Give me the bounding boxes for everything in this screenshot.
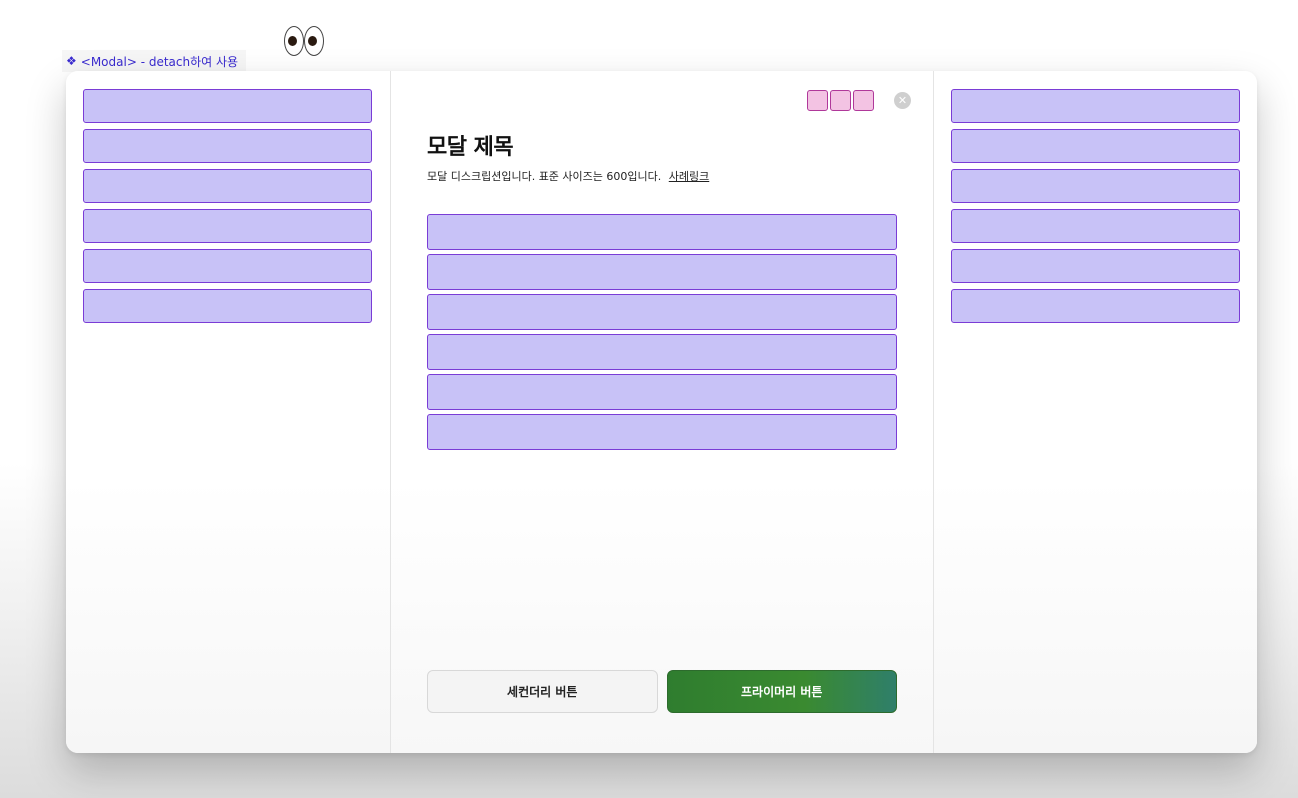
modal-description-text: 모달 디스크립션입니다. 표준 사이즈는 600입니다. bbox=[427, 170, 662, 183]
content-slot[interactable] bbox=[427, 254, 897, 290]
modal-title: 모달 제목 bbox=[427, 135, 514, 160]
component-label-text: <Modal> - detach하여 사용 bbox=[80, 54, 239, 69]
header-slot[interactable] bbox=[853, 90, 874, 111]
left-eye-icon bbox=[284, 26, 304, 56]
example-link[interactable]: 사례링크 bbox=[669, 170, 709, 183]
modal-header-actions: ✕ bbox=[807, 90, 911, 111]
eyes-icon bbox=[284, 26, 324, 56]
header-slot-group bbox=[807, 90, 874, 111]
content-slot[interactable] bbox=[427, 294, 897, 330]
content-slot[interactable] bbox=[427, 374, 897, 410]
left-slot[interactable] bbox=[83, 129, 372, 163]
content-slot[interactable] bbox=[427, 334, 897, 370]
primary-button[interactable]: 프라이머리 버튼 bbox=[666, 670, 897, 713]
header-slot[interactable] bbox=[830, 90, 851, 111]
left-slot[interactable] bbox=[83, 209, 372, 243]
right-slot[interactable] bbox=[951, 89, 1240, 123]
modal: ✕ 모달 제목 모달 디스크립션입니다. 표준 사이즈는 600입니다. 사례링… bbox=[66, 71, 1257, 753]
right-eye-icon bbox=[304, 26, 324, 56]
left-slot[interactable] bbox=[83, 289, 372, 323]
secondary-button[interactable]: 세컨더리 버튼 bbox=[427, 670, 658, 713]
content-slot[interactable] bbox=[427, 214, 897, 250]
center-slot-list bbox=[427, 214, 897, 454]
close-icon[interactable]: ✕ bbox=[894, 92, 911, 109]
left-slot[interactable] bbox=[83, 89, 372, 123]
modal-footer: 세컨더리 버튼 프라이머리 버튼 bbox=[427, 670, 897, 713]
modal-right-panel bbox=[933, 71, 1257, 753]
modal-center-panel: ✕ 모달 제목 모달 디스크립션입니다. 표준 사이즈는 600입니다. 사례링… bbox=[391, 71, 933, 753]
content-slot[interactable] bbox=[427, 414, 897, 450]
right-slot[interactable] bbox=[951, 289, 1240, 323]
component-label: ❖ <Modal> - detach하여 사용 bbox=[62, 50, 247, 72]
modal-description: 모달 디스크립션입니다. 표준 사이즈는 600입니다. 사례링크 bbox=[427, 168, 709, 184]
right-slot[interactable] bbox=[951, 209, 1240, 243]
diamond-icon: ❖ bbox=[66, 54, 77, 68]
right-slot[interactable] bbox=[951, 129, 1240, 163]
right-slot-list bbox=[951, 89, 1240, 329]
left-slot-list bbox=[83, 89, 372, 329]
header-slot[interactable] bbox=[807, 90, 828, 111]
right-slot[interactable] bbox=[951, 169, 1240, 203]
right-slot[interactable] bbox=[951, 249, 1240, 283]
left-slot[interactable] bbox=[83, 169, 372, 203]
left-slot[interactable] bbox=[83, 249, 372, 283]
modal-left-panel bbox=[66, 71, 391, 753]
